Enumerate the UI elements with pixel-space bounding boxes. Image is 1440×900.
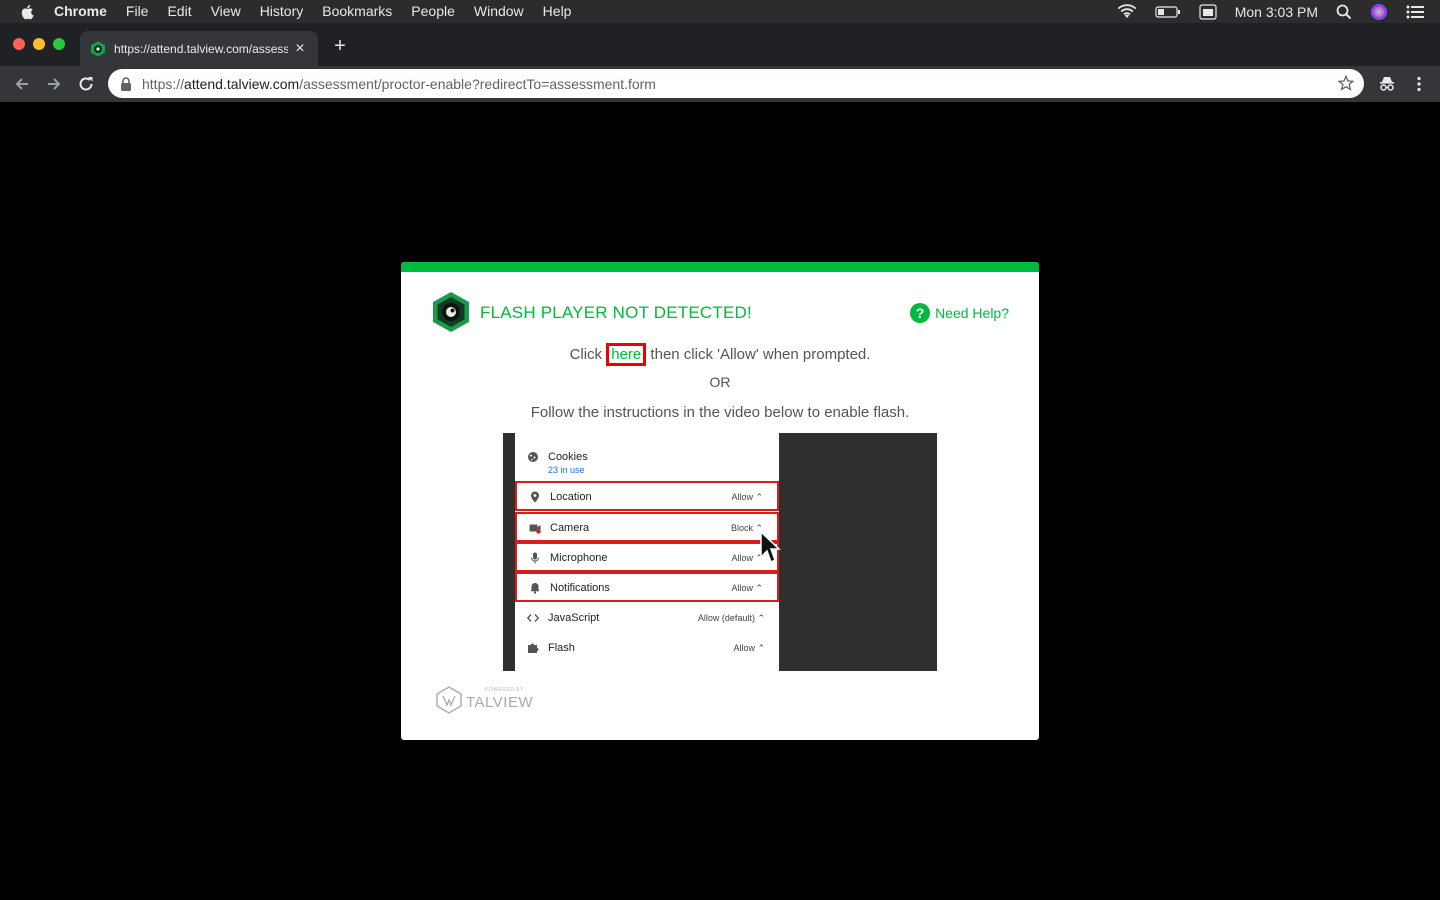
cookies-in-use: 23 in use [548, 465, 585, 475]
reload-icon[interactable] [76, 74, 96, 94]
menu-file[interactable]: File [126, 0, 149, 23]
click-here-instruction: Click here then click 'Allow' when promp… [401, 343, 1039, 366]
flash-not-detected-dialog: FLASH PLAYER NOT DETECTED! ? Need Help? … [401, 262, 1039, 740]
menu-extras: Mon 3:03 PM [1099, 0, 1424, 23]
input-source-icon[interactable] [1199, 3, 1217, 20]
window-zoom-button[interactable] [53, 38, 65, 50]
url-path: /assessment/proctor-enable?redirectTo=as… [299, 75, 656, 92]
help-question-icon: ? [910, 303, 931, 323]
tab-talview[interactable]: https://attend.talview.com/assessment/pr… [80, 31, 318, 66]
window-minimize-button[interactable] [33, 38, 45, 50]
window-close-button[interactable] [13, 38, 25, 50]
menu-window[interactable]: Window [474, 0, 524, 23]
bell-icon [530, 583, 540, 594]
apple-icon[interactable] [20, 4, 36, 20]
talview-favicon-icon [91, 41, 105, 56]
permission-value: Allow ⌃ [731, 583, 763, 593]
menu-history[interactable]: History [260, 0, 304, 23]
permission-value: Allow ⌃ [731, 492, 763, 502]
permission-row-location: Location Allow ⌃ [515, 481, 779, 511]
location-pin-icon [531, 491, 539, 503]
lock-icon[interactable] [120, 76, 132, 91]
permission-row-flash: Flash Allow ⌃ [515, 634, 779, 664]
permission-label: Location [550, 491, 592, 503]
back-arrow-icon[interactable] [12, 74, 32, 94]
permission-label: Flash [548, 642, 575, 654]
mouse-cursor-icon [760, 531, 781, 564]
menu-clock[interactable]: Mon 3:03 PM [1235, 4, 1318, 20]
site-settings-panel: Cookies 23 in use Location Allow ⌃ Camer… [515, 433, 779, 671]
menu-edit[interactable]: Edit [167, 0, 191, 23]
menu-view[interactable]: View [211, 0, 241, 23]
talview-brand-mark-icon [436, 686, 462, 714]
permission-row-camera: Camera Block ⌃ [515, 512, 779, 542]
camera-icon [529, 524, 541, 534]
permission-value: Allow (default) ⌃ [697, 613, 765, 623]
notification-center-icon[interactable] [1406, 5, 1424, 19]
code-icon [527, 614, 539, 622]
here-link[interactable]: here [606, 343, 647, 366]
or-separator: OR [709, 374, 731, 390]
permission-row-javascript: JavaScript Allow (default) ⌃ [515, 604, 779, 634]
menu-help[interactable]: Help [543, 0, 572, 23]
macos-menu-bar: Chrome File Edit View History Bookmarks … [0, 0, 1440, 23]
permission-row-microphone: Microphone Allow ⌃ [515, 542, 779, 572]
url-host: attend.talview.com [184, 75, 300, 92]
instruction-video[interactable]: Cookies 23 in use Location Allow ⌃ Camer… [503, 433, 937, 671]
need-help-link[interactable]: ? Need Help? [910, 303, 1009, 323]
talview-wordmark: TALVIEW [466, 694, 534, 711]
bookmark-star-icon[interactable] [1338, 75, 1354, 91]
address-bar[interactable]: https://attend.talview.com/assessment/pr… [108, 69, 1364, 98]
permission-label: JavaScript [548, 612, 600, 624]
powered-by-talview: POWERED BY TALVIEW [435, 685, 533, 715]
microphone-icon [531, 552, 539, 564]
instruction-before: Click [569, 346, 607, 363]
tab-strip: https://attend.talview.com/assessment/pr… [0, 23, 1440, 66]
permission-label: Cookies [548, 451, 588, 463]
dialog-title: FLASH PLAYER NOT DETECTED! [480, 303, 752, 322]
menu-people[interactable]: People [411, 0, 455, 23]
video-instruction: Follow the instructions in the video bel… [530, 404, 910, 421]
menu-bookmarks[interactable]: Bookmarks [322, 0, 392, 23]
instruction-after: then click 'Allow' when prompted. [646, 346, 871, 363]
menu-app-chrome[interactable]: Chrome [54, 0, 107, 23]
battery-icon[interactable] [1155, 5, 1181, 19]
tab-close-icon[interactable]: × [292, 40, 308, 58]
spotlight-search-icon[interactable] [1336, 4, 1352, 20]
forward-arrow-icon[interactable] [44, 74, 64, 94]
url-scheme: https:// [142, 75, 185, 92]
permission-label: Microphone [550, 552, 608, 564]
browser-toolbar: https://attend.talview.com/assessment/pr… [0, 66, 1440, 102]
permission-label: Notifications [550, 582, 610, 594]
wifi-icon[interactable] [1117, 3, 1137, 20]
address-url: https://attend.talview.com/assessment/pr… [142, 76, 656, 92]
cookie-icon [528, 452, 538, 462]
incognito-extension-icon[interactable] [1378, 75, 1396, 93]
page-content: FLASH PLAYER NOT DETECTED! ? Need Help? … [0, 102, 1440, 900]
powered-by-label: POWERED BY [485, 687, 524, 693]
puzzle-icon [528, 643, 539, 653]
permission-value: Allow ⌃ [733, 643, 765, 653]
permission-row-notifications: Notifications Allow ⌃ [515, 572, 779, 602]
new-tab-plus-icon[interactable]: + [330, 36, 350, 56]
siri-icon[interactable] [1370, 3, 1388, 21]
permission-row-cookies: Cookies 23 in use [515, 443, 779, 479]
chrome-menu-icon[interactable] [1410, 75, 1428, 93]
permission-label: Camera [550, 522, 590, 534]
need-help-label: Need Help? [935, 305, 1009, 321]
tab-title: https://attend.talview.com/assessment/pr… [114, 41, 288, 56]
talview-logo-icon [433, 292, 469, 332]
dialog-accent-bar [401, 262, 1039, 272]
